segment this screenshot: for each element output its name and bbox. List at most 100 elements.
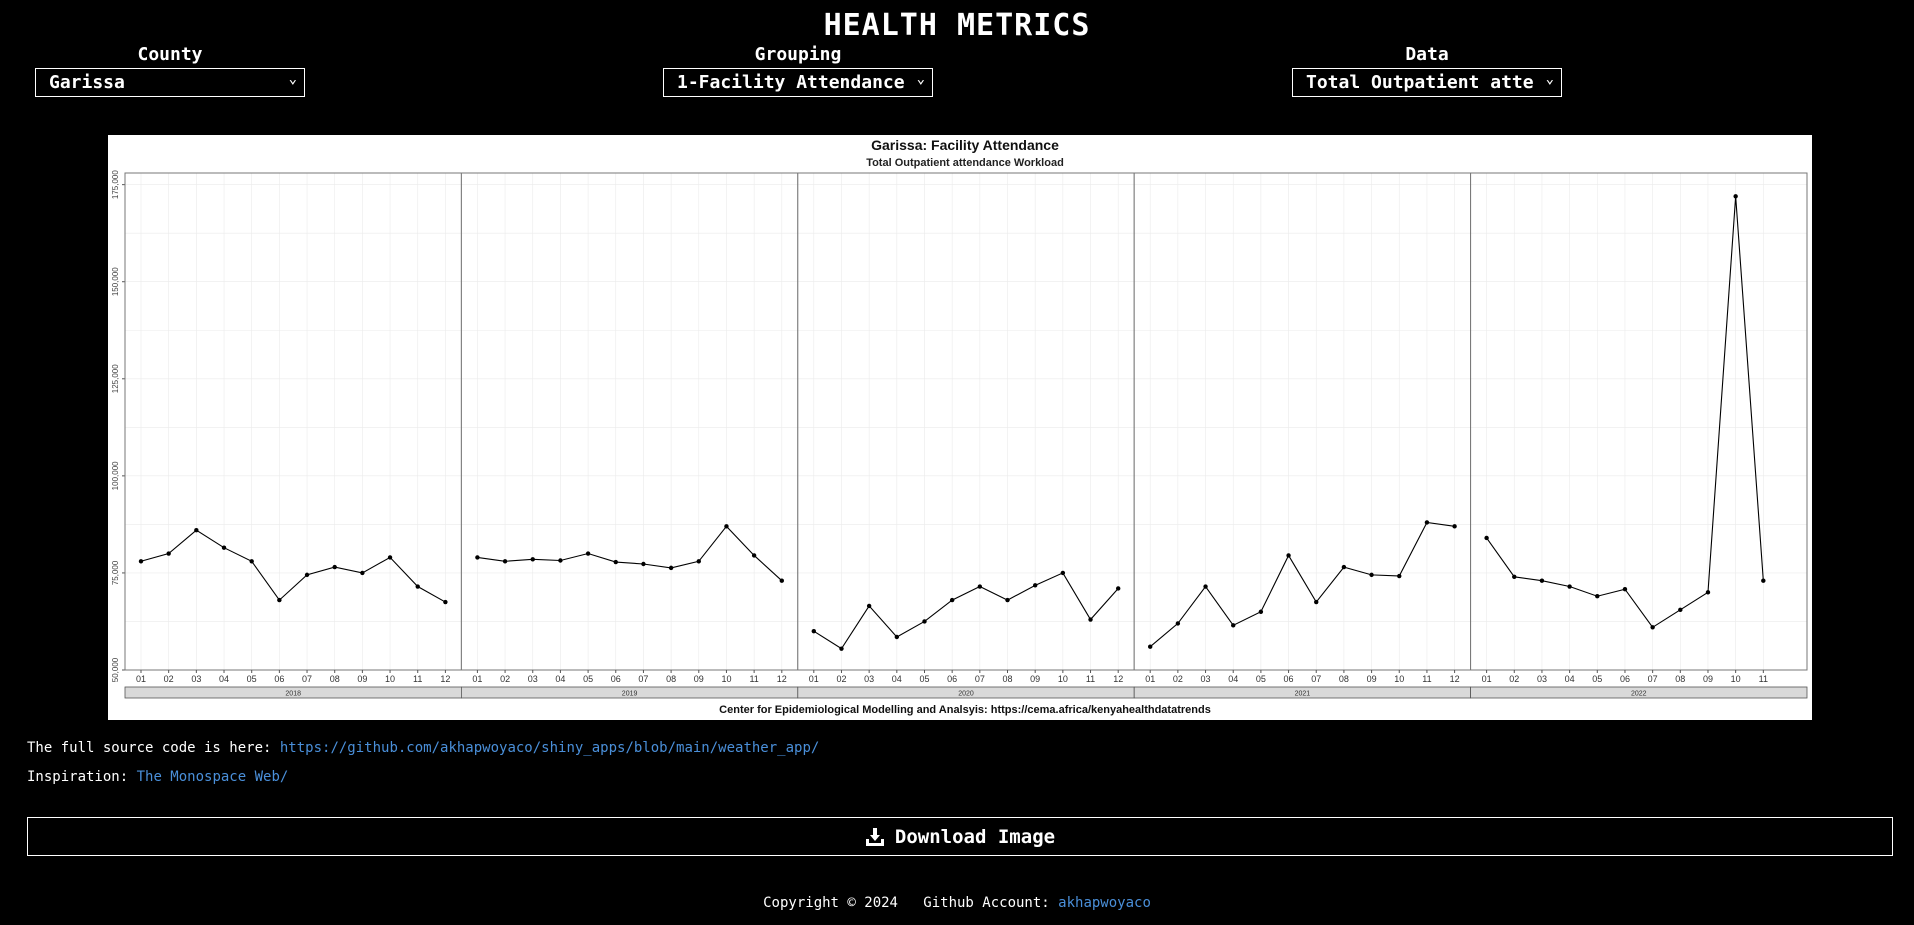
x-tick-label: 02 [500, 674, 510, 684]
data-point [1678, 607, 1683, 613]
data-point [811, 628, 816, 634]
x-tick-label: 08 [1675, 674, 1685, 684]
x-tick-label: 04 [1565, 674, 1575, 684]
x-tick-label: 06 [1284, 674, 1294, 684]
y-tick-label: 100,000 [111, 461, 120, 490]
x-tick-label: 03 [1201, 674, 1211, 684]
x-tick-label: 10 [385, 674, 395, 684]
x-tick-label: 07 [302, 674, 312, 684]
x-tick-label: 06 [274, 674, 284, 684]
data-point [977, 584, 983, 589]
source-link[interactable]: https://github.com/akhapwoyaco/shiny_app… [280, 740, 819, 756]
data-point [1369, 572, 1374, 578]
inspiration-prefix: Inspiration: [27, 769, 129, 785]
x-tick-label: 11 [749, 674, 758, 684]
x-tick-label: 12 [440, 674, 450, 684]
x-tick-label: 05 [247, 674, 257, 684]
data-point [1060, 570, 1066, 576]
chart-subtitle: Total Outpatient attendance Workload [866, 157, 1064, 169]
data-point [1484, 535, 1489, 541]
grouping-select[interactable]: 1-Facility Attendance ⌄ [663, 68, 933, 97]
x-tick-label: 11 [1422, 674, 1431, 684]
chart-image: Garissa: Facility Attendance Total Outpa… [108, 135, 1812, 720]
x-tick-label: 02 [164, 674, 174, 684]
x-tick-label: 08 [666, 674, 676, 684]
x-tick-label: 03 [528, 674, 538, 684]
github-prefix: Github Account: [923, 895, 1050, 911]
x-tick-label: 11 [413, 674, 422, 684]
x-tick-label: 09 [357, 674, 367, 684]
facet-label: 2020 [958, 691, 974, 698]
x-tick-label: 09 [1703, 674, 1713, 684]
footer: Copyright © 2024 Github Account: akhapwo… [0, 895, 1914, 911]
x-tick-label: 04 [892, 674, 902, 684]
data-point [751, 553, 757, 558]
x-tick-label: 11 [1086, 674, 1095, 684]
facet-label: 2021 [1295, 691, 1311, 698]
x-tick-label: 10 [1394, 674, 1404, 684]
data-point [1203, 584, 1208, 589]
data-point [668, 565, 674, 571]
data-point [1761, 578, 1766, 583]
y-tick-label: 150,000 [111, 267, 120, 296]
x-tick-label: 12 [1113, 674, 1123, 684]
data-point [866, 603, 872, 609]
x-tick-label: 01 [472, 674, 482, 684]
inspiration-line: Inspiration: The Monospace Web/ [27, 769, 288, 785]
data-point [249, 559, 254, 564]
panel-background [1470, 173, 1807, 670]
data-point [277, 597, 282, 603]
data-point [1116, 586, 1121, 591]
data-point [1650, 625, 1655, 630]
data-point [1231, 623, 1236, 628]
chevron-down-icon: ⌄ [288, 71, 297, 87]
data-point [894, 634, 900, 640]
data-point [724, 524, 729, 529]
data-point [696, 559, 701, 564]
data-select[interactable]: Total Outpatient atte ⌄ [1292, 68, 1562, 97]
data-point [360, 570, 365, 576]
data-point [194, 528, 199, 533]
data-point [387, 555, 393, 560]
data-point [166, 551, 171, 556]
data-point [304, 572, 310, 578]
county-select[interactable]: Garissa ⌄ [35, 68, 305, 97]
data-point [922, 619, 927, 624]
x-tick-label: 02 [1509, 674, 1519, 684]
x-tick-label: 08 [1003, 674, 1013, 684]
panel-background [1134, 173, 1471, 670]
chart-title: Garissa: Facility Attendance [871, 137, 1059, 153]
county-control: County Garissa ⌄ [35, 44, 305, 97]
data-point [1148, 644, 1153, 649]
data-point [1452, 524, 1457, 529]
data-point [1175, 621, 1181, 626]
x-tick-label: 04 [219, 674, 229, 684]
data-point [475, 555, 480, 560]
inspiration-link[interactable]: The Monospace Web/ [137, 769, 289, 785]
y-tick-label: 175,000 [111, 170, 120, 199]
x-tick-label: 07 [975, 674, 985, 684]
x-tick-label: 06 [1620, 674, 1630, 684]
data-point [1512, 574, 1517, 580]
facet-label: 2022 [1631, 691, 1647, 698]
download-label: Download Image [894, 825, 1056, 848]
y-tick-label: 125,000 [111, 364, 120, 393]
x-tick-label: 07 [638, 674, 648, 684]
github-link[interactable]: akhapwoyaco [1058, 895, 1151, 911]
data-point [221, 545, 227, 550]
x-tick-label: 01 [136, 674, 146, 684]
data-point [1733, 194, 1738, 199]
x-tick-label: 09 [694, 674, 704, 684]
x-tick-label: 05 [583, 674, 593, 684]
data-point [1397, 573, 1402, 579]
x-tick-label: 04 [555, 674, 565, 684]
data-point [1567, 584, 1572, 589]
x-tick-label: 04 [1228, 674, 1238, 684]
data-point [949, 597, 955, 603]
data-point [443, 599, 448, 605]
download-button[interactable]: Download Image [27, 817, 1893, 856]
grouping-control: Grouping 1-Facility Attendance ⌄ [663, 44, 933, 97]
x-tick-label: 10 [1058, 674, 1068, 684]
data-point [138, 559, 144, 564]
data-point [530, 557, 535, 562]
